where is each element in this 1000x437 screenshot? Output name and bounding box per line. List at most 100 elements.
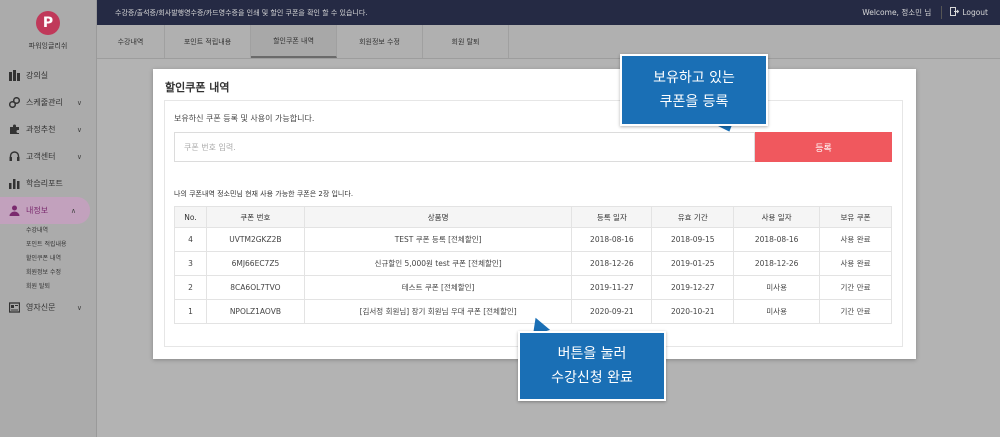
- table-cell: 2018-12-26: [733, 251, 821, 276]
- sidebar-item-classroom[interactable]: 강의실: [0, 62, 96, 89]
- table-cell: 2019-11-27: [571, 275, 653, 300]
- newspaper-icon: [8, 302, 20, 314]
- sidebar-item-schedule[interactable]: 스케줄관리 ∨: [0, 89, 96, 116]
- table-cell: 2020-09-21: [571, 299, 653, 324]
- column-header: 쿠폰 번호: [205, 206, 305, 228]
- coupon-number-input[interactable]: [174, 132, 755, 162]
- column-header: 상품명: [303, 206, 573, 228]
- page-title: 할인쿠폰 내역: [165, 81, 230, 94]
- sidebar-item-newspaper[interactable]: 영자신문 ∨: [0, 294, 96, 321]
- top-bar: 수강증/출석증/회사발행영수증/카드영수증을 인쇄 및 할인 쿠폰을 확인 할 …: [97, 0, 1000, 25]
- submenu-item-coupons[interactable]: 할인쿠폰 내역: [26, 252, 96, 266]
- headset-icon: [8, 151, 20, 163]
- table-row: 2 8CA6OL7TVO 테스트 쿠폰 [전체할인] 2019-11-27 20…: [174, 275, 892, 300]
- sidebar: P 파워잉글리쉬 강의실 스케줄관리 ∨ 과정추천 ∨ 고객센터 ∨ 학습리포트…: [0, 0, 97, 437]
- submenu-item-edit-profile[interactable]: 회원정보 수정: [26, 266, 96, 280]
- tab-coupons[interactable]: 할인쿠폰 내역: [251, 25, 337, 58]
- coupon-table: No. 쿠폰 번호 상품명 등록 일자 유효 기간 사용 일자 보유 쿠폰 4 …: [174, 206, 892, 324]
- logo[interactable]: P 파워잉글리쉬: [0, 0, 96, 62]
- table-cell: TEST 쿠폰 등록 [전체할인]: [303, 227, 573, 252]
- sidebar-item-course-recommend[interactable]: 과정추천 ∨: [0, 116, 96, 143]
- table-cell: NPOLZ1AOVB: [205, 299, 305, 324]
- coupon-panel: 할인쿠폰 내역 보유하신 쿠폰 등록 및 사용이 가능합니다. 등록 나의 쿠폰…: [153, 69, 916, 359]
- sidebar-item-label: 과정추천: [26, 125, 56, 134]
- table-header-row: No. 쿠폰 번호 상품명 등록 일자 유효 기간 사용 일자 보유 쿠폰: [174, 206, 892, 228]
- chevron-down-icon: ∨: [76, 303, 82, 312]
- column-header: 사용 일자: [733, 206, 821, 228]
- table-cell: 2019-01-25: [651, 251, 735, 276]
- table-cell: 사용 완료: [819, 251, 892, 276]
- chevron-up-icon: ∧: [70, 206, 76, 215]
- sidebar-item-label: 학습리포트: [26, 179, 63, 188]
- column-header: 보유 쿠폰: [819, 206, 892, 228]
- register-button[interactable]: 등록: [755, 132, 892, 162]
- tab-bar: 수강내역 포인트 적립내용 할인쿠폰 내역 회원정보 수정 회원 탈퇴: [97, 25, 1000, 59]
- coupon-section: 보유하신 쿠폰 등록 및 사용이 가능합니다. 등록 나의 쿠폰내역 정소민님 …: [164, 100, 903, 347]
- coupon-list-description: 나의 쿠폰내역 정소민님 현재 사용 가능한 쿠폰은 2장 입니다.: [174, 190, 354, 198]
- tab-points[interactable]: 포인트 적립내용: [165, 25, 251, 58]
- link-icon: [8, 97, 20, 109]
- chevron-down-icon: ∨: [76, 152, 82, 161]
- column-header: 유효 기간: [651, 206, 735, 228]
- table-row: 4 UVTM2GKZ2B TEST 쿠폰 등록 [전체할인] 2018-08-1…: [174, 227, 892, 252]
- callout-complete-enrollment: 버튼을 눌러 수강신청 완료: [518, 331, 666, 401]
- submenu-item-enrollments[interactable]: 수강내역: [26, 224, 96, 238]
- logo-text: 파워잉글리쉬: [28, 42, 68, 50]
- table-cell: 2019-12-27: [651, 275, 735, 300]
- table-cell: 기간 만료: [819, 299, 892, 324]
- puzzle-icon: [8, 124, 20, 136]
- table-cell: 테스트 쿠폰 [전체할인]: [303, 275, 573, 300]
- logout-button[interactable]: Logout: [950, 6, 988, 19]
- table-cell: 2020-10-21: [651, 299, 735, 324]
- sidebar-item-label: 스케줄관리: [26, 98, 63, 107]
- callout-text: 보유하고 있는: [653, 70, 735, 86]
- table-cell: 2018-09-15: [651, 227, 735, 252]
- submenu-item-points[interactable]: 포인트 적립내용: [26, 238, 96, 252]
- table-cell: 1: [174, 299, 207, 324]
- table-cell: 8CA6OL7TVO: [205, 275, 305, 300]
- table-cell: 2018-12-26: [571, 251, 653, 276]
- submenu-item-withdraw[interactable]: 회원 탈퇴: [26, 280, 96, 294]
- table-cell: 6MJ66EC7Z5: [205, 251, 305, 276]
- table-cell: 신규할인 5,000원 test 쿠폰 [전체할인]: [303, 251, 573, 276]
- sidebar-menu-bottom: 영자신문 ∨: [0, 294, 96, 321]
- table-cell: 2018-08-16: [733, 227, 821, 252]
- sidebar-item-label: 내정보: [26, 206, 49, 215]
- column-header: 등록 일자: [571, 206, 653, 228]
- logo-icon: P: [36, 11, 60, 35]
- divider: [941, 6, 943, 19]
- table-cell: UVTM2GKZ2B: [205, 227, 305, 252]
- sidebar-item-label: 영자신문: [26, 303, 56, 312]
- sidebar-item-my-info[interactable]: 내정보 ∧: [0, 197, 90, 224]
- callout-register-coupon: 보유하고 있는 쿠폰을 등록: [620, 54, 768, 126]
- chevron-down-icon: ∨: [76, 125, 82, 134]
- tab-withdraw[interactable]: 회원 탈퇴: [423, 25, 509, 58]
- tab-edit-profile[interactable]: 회원정보 수정: [337, 25, 423, 58]
- logout-label: Logout: [962, 8, 988, 17]
- register-description: 보유하신 쿠폰 등록 및 사용이 가능합니다.: [174, 114, 315, 123]
- bar-chart-icon: [8, 178, 20, 190]
- table-cell: 2018-08-16: [571, 227, 653, 252]
- table-cell: 사용 완료: [819, 227, 892, 252]
- callout-text: 쿠폰을 등록: [659, 94, 729, 110]
- table-cell: 3: [174, 251, 207, 276]
- table-cell: 2: [174, 275, 207, 300]
- sidebar-item-label: 고객센터: [26, 152, 56, 161]
- user-icon: [8, 205, 20, 217]
- sidebar-menu: 강의실 스케줄관리 ∨ 과정추천 ∨ 고객센터 ∨ 학습리포트 내정보 ∧: [0, 62, 96, 224]
- tab-enrollments[interactable]: 수강내역: [97, 25, 165, 58]
- sidebar-item-report[interactable]: 학습리포트: [0, 170, 96, 197]
- logout-icon: [950, 6, 960, 19]
- table-cell: 기간 만료: [819, 275, 892, 300]
- sidebar-item-label: 강의실: [26, 71, 49, 80]
- callout-text: 수강신청 완료: [551, 370, 633, 386]
- sidebar-submenu: 수강내역 포인트 적립내용 할인쿠폰 내역 회원정보 수정 회원 탈퇴: [0, 224, 96, 294]
- column-header: No.: [174, 206, 207, 228]
- books-icon: [8, 70, 20, 82]
- callout-text: 버튼을 눌러: [557, 346, 627, 362]
- welcome-text: Welcome, 정소민 님: [862, 8, 932, 17]
- top-notice: 수강증/출석증/회사발행영수증/카드영수증을 인쇄 및 할인 쿠폰을 확인 할 …: [115, 8, 368, 17]
- sidebar-item-support[interactable]: 고객센터 ∨: [0, 143, 96, 170]
- table-row: 3 6MJ66EC7Z5 신규할인 5,000원 test 쿠폰 [전체할인] …: [174, 251, 892, 276]
- table-cell: 4: [174, 227, 207, 252]
